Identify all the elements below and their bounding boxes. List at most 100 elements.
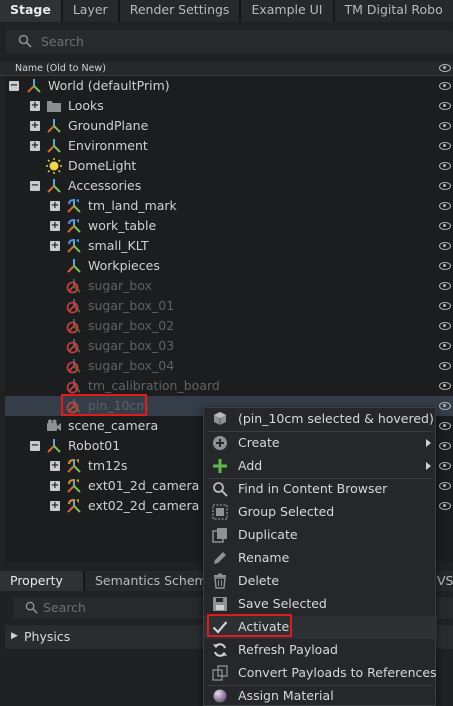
visibility-eye-icon[interactable] xyxy=(439,282,451,290)
context-menu-header: (pin_10cm selected & hovered) xyxy=(204,408,437,431)
collapse-toggle-icon[interactable]: − xyxy=(30,181,40,191)
visibility-eye-icon[interactable] xyxy=(439,262,451,270)
search-placeholder: Search xyxy=(41,34,84,49)
tree-row-domelight[interactable]: DomeLight xyxy=(5,156,453,176)
tree-row-world-defaultprim[interactable]: − World (defaultPrim) xyxy=(5,76,453,96)
inactive-icon xyxy=(66,338,82,354)
visibility-eye-icon[interactable] xyxy=(439,222,451,230)
visibility-eye-icon[interactable] xyxy=(439,422,451,430)
convert-icon xyxy=(212,665,228,681)
tree-row-label: ext01_2d_camera xyxy=(88,478,200,493)
visibility-eye-icon[interactable] xyxy=(439,82,451,90)
property-search-placeholder: Search xyxy=(43,600,86,615)
tree-row-sugar-box-02[interactable]: sugar_box_02 xyxy=(5,316,453,336)
visibility-eye-icon[interactable] xyxy=(439,122,451,130)
visibility-eye-icon[interactable] xyxy=(439,382,451,390)
stage-search-input[interactable]: Search xyxy=(6,30,453,54)
menu-item-label: Delete xyxy=(238,573,280,588)
inactive-icon xyxy=(66,278,82,294)
tree-row-tm-land-mark[interactable]: + tm_land_mark xyxy=(5,196,453,216)
expand-toggle-icon[interactable]: + xyxy=(50,221,60,231)
visibility-eye-icon[interactable] xyxy=(439,322,451,330)
menu-item-find-in-content-browser[interactable]: Find in Content Browser xyxy=(204,478,437,501)
tab-property[interactable]: Property xyxy=(0,571,83,591)
menu-item-create[interactable]: Create xyxy=(204,432,437,455)
menu-item-delete[interactable]: Delete xyxy=(204,570,437,593)
tree-row-label: tm_calibration_board xyxy=(88,378,220,393)
visibility-eye-icon[interactable] xyxy=(439,142,451,150)
tree-row-looks[interactable]: + Looks xyxy=(5,96,453,116)
tree-row-accessories[interactable]: − Accessories xyxy=(5,176,453,196)
menu-item-rename[interactable]: Rename xyxy=(204,547,437,570)
inactive-icon xyxy=(66,298,82,314)
collapse-toggle-icon[interactable]: − xyxy=(9,81,19,91)
expand-toggle-icon[interactable]: + xyxy=(50,461,60,471)
visibility-eye-icon[interactable] xyxy=(439,442,451,450)
tab-layer[interactable]: Layer xyxy=(62,0,120,22)
tab-stage[interactable]: Stage xyxy=(0,0,63,22)
tree-row-groundplane[interactable]: + GroundPlane xyxy=(5,116,453,136)
visibility-eye-icon[interactable] xyxy=(439,482,451,490)
menu-item-assign-material[interactable]: Assign Material xyxy=(204,685,437,706)
inactive-icon xyxy=(66,378,82,394)
tree-row-work-table[interactable]: + work_table xyxy=(5,216,453,236)
expand-toggle-icon[interactable]: + xyxy=(30,141,40,151)
expand-toggle-icon[interactable]: + xyxy=(50,481,60,491)
tree-row-sugar-box[interactable]: sugar_box xyxy=(5,276,453,296)
tree-row-sugar-box-03[interactable]: sugar_box_03 xyxy=(5,336,453,356)
visibility-eye-icon[interactable] xyxy=(439,302,451,310)
collapse-toggle-icon[interactable]: − xyxy=(30,441,40,451)
visibility-eye-icon[interactable] xyxy=(439,162,451,170)
expand-toggle-icon[interactable]: + xyxy=(50,201,60,211)
tree-row-label: tm12s xyxy=(88,458,128,473)
menu-item-group-selected[interactable]: Group Selected xyxy=(204,501,437,524)
menu-item-add[interactable]: Add xyxy=(204,455,437,478)
tab-example-ui[interactable]: Example UI xyxy=(241,0,335,22)
xform-icon xyxy=(46,178,62,194)
visibility-eye-icon[interactable] xyxy=(439,182,451,190)
tree-row-environment[interactable]: + Environment xyxy=(5,136,453,156)
expand-toggle-icon[interactable]: + xyxy=(50,501,60,511)
xform-ref-icon xyxy=(66,238,82,254)
folder-icon xyxy=(46,98,62,114)
tree-row-label: sugar_box_01 xyxy=(88,298,175,313)
tab-vs[interactable]: VS xyxy=(436,571,453,591)
menu-item-label: Refresh Payload xyxy=(238,642,338,657)
expand-toggle-icon[interactable]: + xyxy=(50,241,60,251)
xform-icon xyxy=(46,438,62,454)
visibility-eye-icon[interactable] xyxy=(439,202,451,210)
expand-toggle-icon[interactable]: + xyxy=(30,121,40,131)
visibility-eye-icon[interactable] xyxy=(439,402,451,410)
tree-row-small-klt[interactable]: + small_KLT xyxy=(5,236,453,256)
cube-icon xyxy=(214,412,226,425)
tab-semantics-schema[interactable]: Semantics Schema E xyxy=(85,571,203,591)
column-name-header[interactable]: Name (Old to New) xyxy=(15,63,106,74)
menu-item-duplicate[interactable]: Duplicate xyxy=(204,524,437,547)
tab-tm-digital-robo[interactable]: TM Digital Robo xyxy=(334,0,453,22)
visibility-eye-icon[interactable] xyxy=(439,102,451,110)
xform-icon xyxy=(46,138,62,154)
tree-row-sugar-box-04[interactable]: sugar_box_04 xyxy=(5,356,453,376)
visibility-eye-icon[interactable] xyxy=(439,242,451,250)
xform-icon xyxy=(66,258,82,274)
menu-item-label: Assign Material xyxy=(238,688,334,703)
visibility-eye-icon[interactable] xyxy=(439,64,451,72)
collapse-triangle-icon: ▶ xyxy=(11,631,18,641)
tree-row-label: Workpieces xyxy=(88,258,160,273)
visibility-eye-icon[interactable] xyxy=(439,502,451,510)
menu-item-refresh-payload[interactable]: Refresh Payload xyxy=(204,639,437,662)
tree-row-workpieces[interactable]: Workpieces xyxy=(5,256,453,276)
menu-item-convert-payloads-to-references[interactable]: Convert Payloads to References xyxy=(204,662,437,685)
tree-row-label: ext02_2d_camera xyxy=(88,498,200,513)
tree-row-sugar-box-01[interactable]: sugar_box_01 xyxy=(5,296,453,316)
visibility-eye-icon[interactable] xyxy=(439,462,451,470)
panel-tabbar: Stage Layer Render Settings Example UI T… xyxy=(0,0,453,22)
inactive-icon xyxy=(66,318,82,334)
expand-toggle-icon[interactable]: + xyxy=(30,101,40,111)
tab-render-settings[interactable]: Render Settings xyxy=(119,0,242,22)
tree-row-tm-calibration-board[interactable]: tm_calibration_board xyxy=(5,376,453,396)
menu-item-save-selected[interactable]: Save Selected xyxy=(204,593,437,616)
visibility-eye-icon[interactable] xyxy=(439,362,451,370)
visibility-eye-icon[interactable] xyxy=(439,342,451,350)
xform-ref-orange-icon xyxy=(66,478,82,494)
